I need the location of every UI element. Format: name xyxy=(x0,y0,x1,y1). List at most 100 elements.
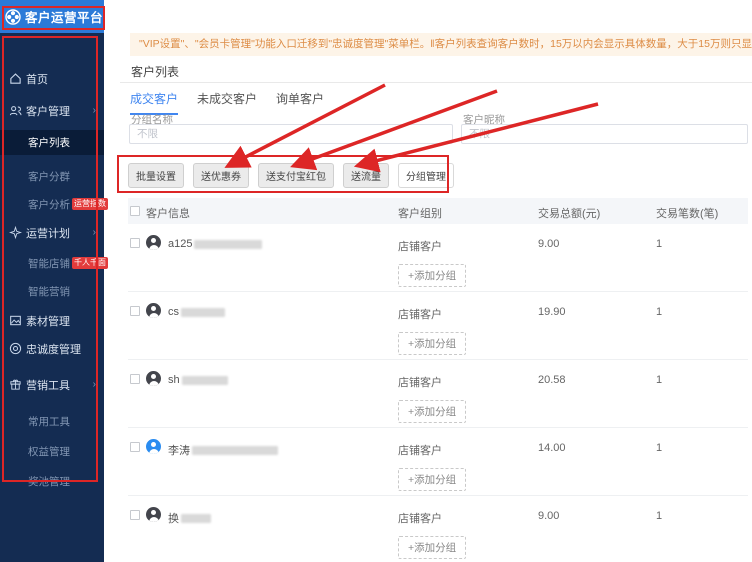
add-group-button[interactable]: +添加分组 xyxy=(398,536,466,559)
sidebar-item-benefits-mgmt[interactable]: 权益管理 xyxy=(0,440,104,462)
sidebar-item-ops-plan[interactable]: 运营计划 › xyxy=(0,222,104,244)
customer-name: 李涛 xyxy=(168,442,278,458)
table-header: 客户信息 客户组别 交易总额(元) 交易笔数(笔) xyxy=(128,198,748,224)
home-icon xyxy=(9,72,22,85)
sidebar-item-label: 素材管理 xyxy=(26,313,70,329)
tools-icon xyxy=(9,378,22,391)
avatar xyxy=(146,303,161,318)
add-group-button[interactable]: +添加分组 xyxy=(398,332,466,355)
sidebar-item-smart-shop[interactable]: 智能店铺 千人千面 xyxy=(0,252,104,274)
chevron-right-icon: › xyxy=(93,380,96,390)
amount-value: 9.00 xyxy=(538,510,559,522)
sidebar-item-material-mgmt[interactable]: 素材管理 xyxy=(0,310,104,332)
avatar xyxy=(146,439,161,454)
customer-name: cs xyxy=(168,306,225,318)
avatar xyxy=(146,507,161,522)
amount-value: 14.00 xyxy=(538,442,566,454)
sidebar-item-marketing-tools[interactable]: 营销工具 › xyxy=(0,374,104,396)
row-checkbox[interactable] xyxy=(130,238,140,248)
customer-name: a125 xyxy=(168,238,262,250)
censored-text xyxy=(181,308,225,317)
sidebar-item-label: 智能店铺 xyxy=(28,256,70,271)
plan-icon xyxy=(9,226,22,239)
customer-name-prefix: 换 xyxy=(168,510,179,526)
batch-set-button[interactable]: 批量设置 xyxy=(128,163,184,188)
sidebar-item-label: 奖池管理 xyxy=(28,474,70,489)
table-row: cs 店铺客户 19.90 1 +添加分组 xyxy=(128,292,748,360)
customer-group: 店铺客户 xyxy=(398,510,442,526)
customer-name-prefix: a125 xyxy=(168,238,192,250)
send-data-traffic-button[interactable]: 送流量 xyxy=(343,163,389,188)
sidebar-item-label: 客户列表 xyxy=(28,135,70,150)
sidebar-item-prize-pool-mgmt[interactable]: 奖池管理 xyxy=(0,470,104,492)
group-name-input[interactable] xyxy=(129,124,453,144)
col-customer-info: 客户信息 xyxy=(146,205,190,221)
sidebar-item-label: 首页 xyxy=(26,71,48,87)
chevron-right-icon: › xyxy=(93,228,96,238)
sidebar-item-label: 常用工具 xyxy=(28,414,70,429)
sidebar-item-customer-mgmt[interactable]: 客户管理 › xyxy=(0,100,104,122)
tab-no-deal-customers[interactable]: 未成交客户 xyxy=(197,90,257,115)
customer-nick-input[interactable] xyxy=(461,124,748,144)
customer-name-prefix: 李涛 xyxy=(168,442,190,458)
send-alipay-redpacket-button[interactable]: 送支付宝红包 xyxy=(258,163,334,188)
sidebar-item-customer-list[interactable]: 客户列表 xyxy=(0,130,104,155)
sidebar-item-label: 客户管理 xyxy=(26,103,70,119)
add-group-button[interactable]: +添加分组 xyxy=(398,400,466,423)
table-row: 换 店铺客户 9.00 1 +添加分组 xyxy=(128,496,748,562)
customer-name-prefix: cs xyxy=(168,306,179,318)
avatar xyxy=(146,235,161,250)
action-buttons: 批量设置 送优惠券 送支付宝红包 送流量 分组管理 xyxy=(128,163,454,188)
sidebar-item-label: 忠诚度管理 xyxy=(26,341,81,357)
sidebar-item-label: 客户分析 xyxy=(28,197,70,212)
sidebar-item-common-tools[interactable]: 常用工具 xyxy=(0,410,104,432)
count-value: 1 xyxy=(656,442,662,454)
select-all-checkbox[interactable] xyxy=(130,206,140,216)
row-checkbox[interactable] xyxy=(130,510,140,520)
sidebar-item-customer-segment[interactable]: 客户分群 xyxy=(0,165,104,187)
row-checkbox[interactable] xyxy=(130,306,140,316)
amount-value: 19.90 xyxy=(538,306,566,318)
chevron-right-icon: › xyxy=(93,106,96,116)
censored-text xyxy=(181,514,211,523)
row-checkbox[interactable] xyxy=(130,374,140,384)
sidebar-item-smart-marketing[interactable]: 智能营销 xyxy=(0,280,104,302)
personalization-badge: 千人千面 xyxy=(72,257,108,269)
sidebar-item-label: 运营计划 xyxy=(26,225,70,241)
add-group-button[interactable]: +添加分组 xyxy=(398,264,466,287)
col-customer-group: 客户组别 xyxy=(398,205,442,221)
group-manage-button[interactable]: 分组管理 xyxy=(398,163,454,188)
col-total-amount: 交易总额(元) xyxy=(538,205,600,221)
col-txn-count: 交易笔数(笔) xyxy=(656,205,718,221)
sidebar-item-label: 客户分群 xyxy=(28,169,70,184)
customer-name-prefix: sh xyxy=(168,374,180,386)
notice-banner: "VIP设置"、"会员卡管理"功能入口迁移到"忠诚度管理"菜单栏。‖客户列表查询… xyxy=(130,33,752,56)
sidebar-item-loyalty-mgmt[interactable]: 忠诚度管理 xyxy=(0,338,104,360)
censored-text xyxy=(182,376,228,385)
row-checkbox[interactable] xyxy=(130,442,140,452)
loyalty-icon xyxy=(9,342,22,355)
sidebar-item-label: 营销工具 xyxy=(26,377,70,393)
customers-icon xyxy=(9,104,22,117)
customer-name: 换 xyxy=(168,510,211,526)
count-value: 1 xyxy=(656,510,662,522)
sidebar-item-customer-analysis[interactable]: 客户分析 运营指数 xyxy=(0,193,104,215)
add-group-button[interactable]: +添加分组 xyxy=(398,468,466,491)
sidebar-item-label: 智能营销 xyxy=(28,284,70,299)
censored-text xyxy=(194,240,262,249)
table-row: a125 店铺客户 9.00 1 +添加分组 xyxy=(128,224,748,292)
send-coupon-button[interactable]: 送优惠券 xyxy=(193,163,249,188)
customer-group: 店铺客户 xyxy=(398,238,442,254)
customer-group: 店铺客户 xyxy=(398,306,442,322)
sidebar-item-home[interactable]: 首页 xyxy=(0,68,104,90)
platform-logo-icon xyxy=(5,9,21,25)
ops-index-badge: 运营指数 xyxy=(72,198,108,210)
censored-text xyxy=(192,446,278,455)
sidebar-item-label: 权益管理 xyxy=(28,444,70,459)
platform-title: 客户运营平台 xyxy=(25,7,103,26)
table-row: 李涛 店铺客户 14.00 1 +添加分组 xyxy=(128,428,748,496)
avatar xyxy=(146,371,161,386)
customer-table: 客户信息 客户组别 交易总额(元) 交易笔数(笔) a125 店铺客户 9.00… xyxy=(128,198,748,562)
material-icon xyxy=(9,314,22,327)
tab-inquiry-customers[interactable]: 询单客户 xyxy=(276,90,324,115)
